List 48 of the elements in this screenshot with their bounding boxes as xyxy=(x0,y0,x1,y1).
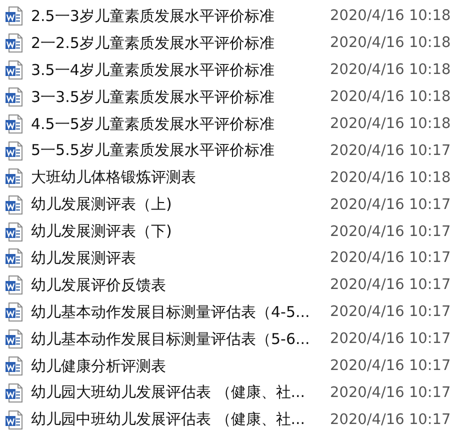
file-name[interactable]: 幼儿基本动作发展目标测量评估表（5-6... xyxy=(31,330,330,349)
date-modified: 2020/4/16 10:17 xyxy=(330,142,452,159)
date-modified: 2020/4/16 10:17 xyxy=(330,331,452,348)
file-name[interactable]: 大班幼儿体格锻炼评测表 xyxy=(31,168,330,188)
word-document-icon xyxy=(5,248,23,268)
file-name[interactable]: 4.5一5岁儿童素质发展水平评价标准 xyxy=(31,114,330,134)
word-document-icon xyxy=(5,194,23,215)
file-name[interactable]: 幼儿基本动作发展目标测量评估表（4-5... xyxy=(31,302,330,322)
date-modified: 2020/4/16 10:18 xyxy=(330,62,452,78)
file-name[interactable]: 幼儿发展测评表（上) xyxy=(31,195,330,214)
date-modified: 2020/4/16 10:18 xyxy=(330,116,452,132)
file-name[interactable]: 3.5一4岁儿童素质发展水平评价标准 xyxy=(31,60,330,80)
file-name[interactable]: 5一5.5岁儿童素质发展水平评价标准 xyxy=(31,141,330,160)
date-modified: 2020/4/16 10:18 xyxy=(330,35,452,52)
word-document-icon xyxy=(5,60,23,80)
word-document-icon xyxy=(5,329,23,350)
word-document-icon xyxy=(5,6,23,26)
file-name[interactable]: 3一3.5岁儿童素质发展水平评价标准 xyxy=(31,88,330,107)
date-modified: 2020/4/16 10:18 xyxy=(330,8,452,24)
word-document-icon xyxy=(5,168,23,188)
date-modified: 2020/4/16 10:18 xyxy=(330,89,452,106)
file-name[interactable]: 幼儿健康分析评测表 xyxy=(31,356,330,376)
word-document-icon xyxy=(5,33,23,54)
word-document-icon xyxy=(5,302,23,322)
file-name[interactable]: 幼儿园中班幼儿发展评估表 （健康、社... xyxy=(31,410,330,430)
file-name[interactable]: 幼儿发展测评表 xyxy=(31,248,330,268)
date-modified: 2020/4/16 10:17 xyxy=(330,412,452,428)
date-modified: 2020/4/16 10:17 xyxy=(330,384,452,401)
word-document-icon xyxy=(5,356,23,376)
file-name[interactable]: 2.5一3岁儿童素质发展水平评价标准 xyxy=(31,6,330,26)
date-modified: 2020/4/16 10:17 xyxy=(330,358,452,374)
file-name[interactable]: 幼儿发展测评表（下) xyxy=(31,222,330,242)
word-document-icon xyxy=(5,87,23,108)
word-document-icon xyxy=(5,382,23,403)
word-document-icon xyxy=(5,140,23,161)
date-modified: 2020/4/16 10:17 xyxy=(330,277,452,294)
word-document-icon xyxy=(5,410,23,430)
file-name[interactable]: 幼儿园大班幼儿发展评估表 （健康、社... xyxy=(31,383,330,402)
date-modified: 2020/4/16 10:18 xyxy=(330,170,452,186)
date-modified: 2020/4/16 10:17 xyxy=(330,304,452,320)
file-name[interactable]: 幼儿发展评价反馈表 xyxy=(31,276,330,295)
word-document-icon xyxy=(5,275,23,296)
word-document-icon xyxy=(5,222,23,242)
date-modified: 2020/4/16 10:17 xyxy=(330,196,452,213)
file-name[interactable]: 2一2.5岁儿童素质发展水平评价标准 xyxy=(31,34,330,53)
date-modified: 2020/4/16 10:17 xyxy=(330,250,452,266)
word-document-icon xyxy=(5,114,23,134)
date-modified: 2020/4/16 10:17 xyxy=(330,224,452,240)
